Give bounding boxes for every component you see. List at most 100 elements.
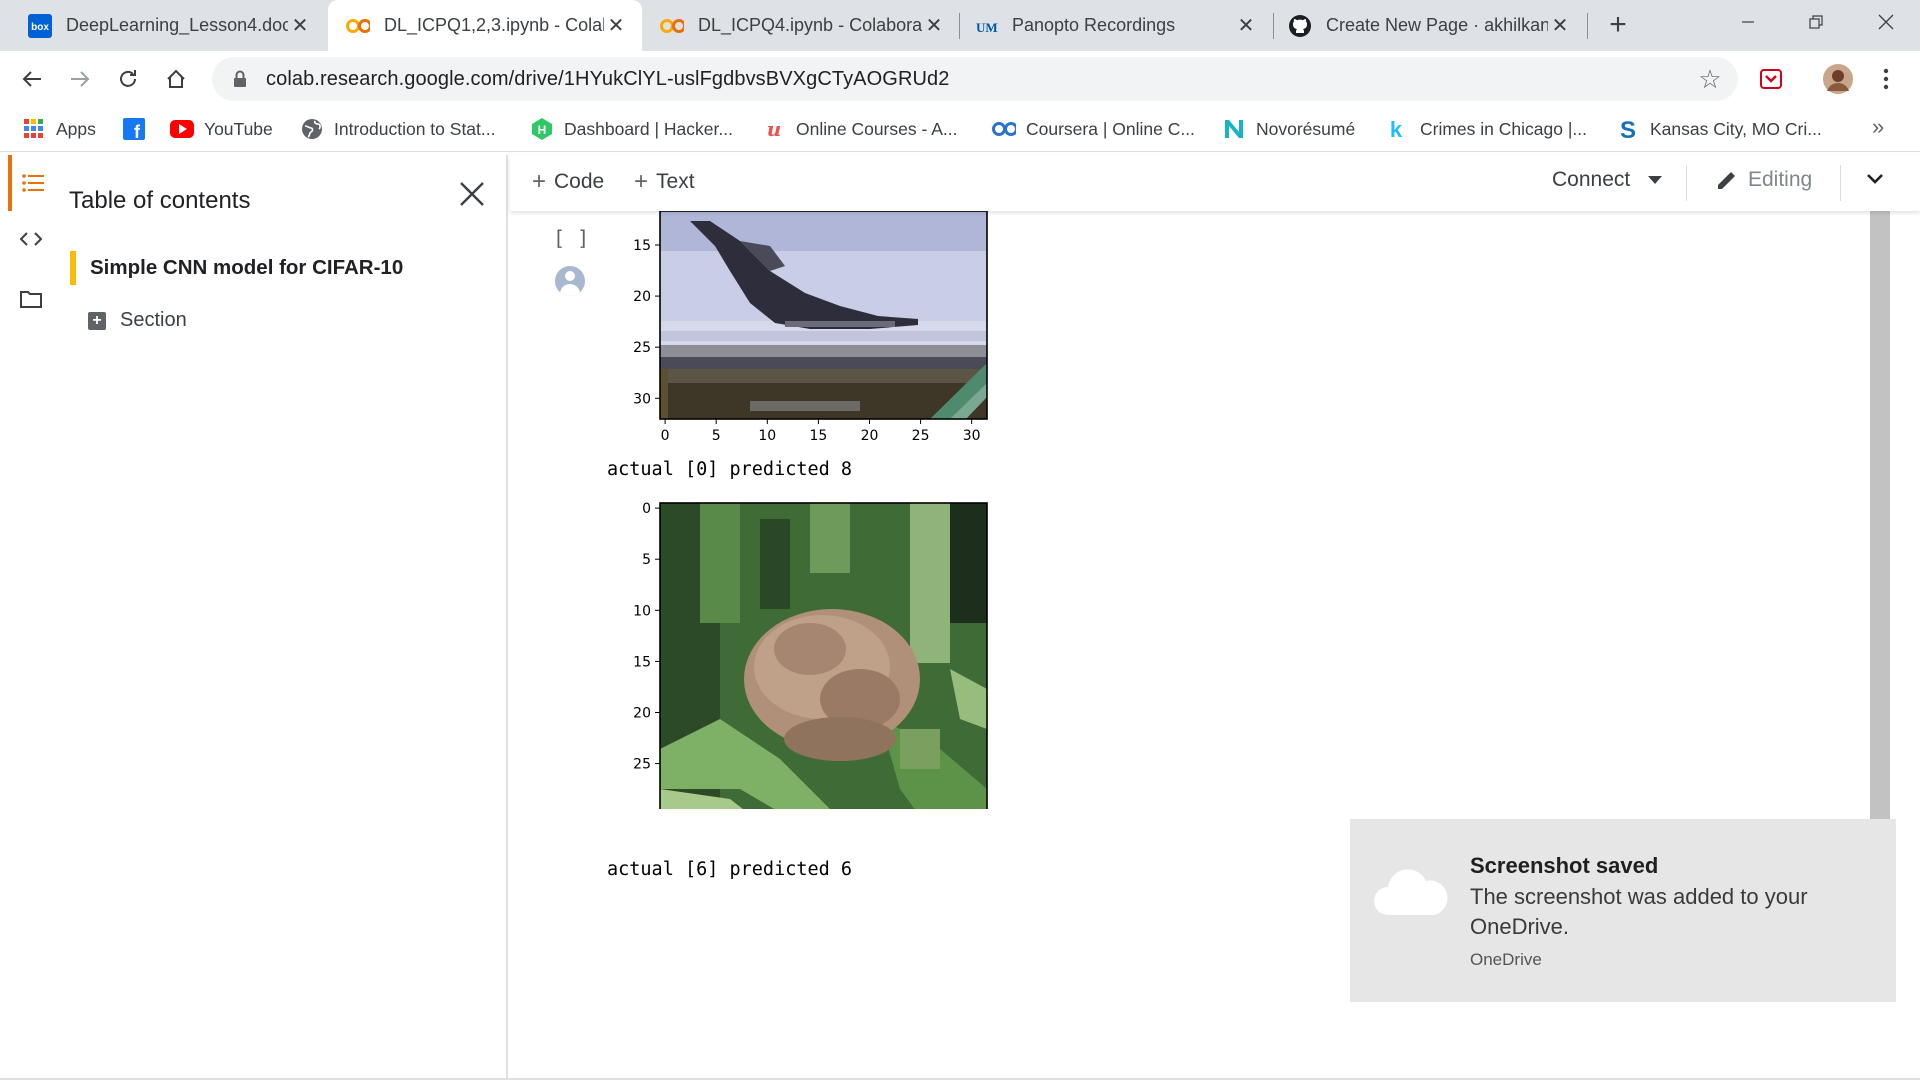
tab-close-icon[interactable]: ✕ xyxy=(1548,13,1572,38)
lock-icon xyxy=(228,70,252,88)
tab-dl-icpq123[interactable]: DL_ICPQ1,2,3.ipynb - Colab ✕ xyxy=(328,0,642,51)
tab-close-icon[interactable]: ✕ xyxy=(604,13,628,38)
tab-github[interactable]: Create New Page · akhilkan ✕ xyxy=(1276,0,1586,51)
bookmark-facebook[interactable]: f xyxy=(122,114,156,144)
output-plot-airplane: 15 20 25 30 0 5 10 15 20 25 30 xyxy=(610,211,1010,451)
coursera-icon xyxy=(992,117,1016,141)
tab-deeplearning[interactable]: box DeepLearning_Lesson4.doc ✕ xyxy=(6,0,326,51)
avatar xyxy=(555,266,585,296)
bookmark-hackerrank[interactable]: H Dashboard | Hacker... xyxy=(530,114,733,144)
back-button[interactable] xyxy=(14,61,50,97)
prediction-caption: actual [0] predicted 8 xyxy=(607,459,853,480)
bookmark-udemy[interactable]: u Online Courses - A... xyxy=(762,114,958,144)
bookmark-label: Dashboard | Hacker... xyxy=(564,118,733,139)
toc-toggle-button[interactable] xyxy=(8,155,54,211)
close-window-button[interactable] xyxy=(1852,0,1920,44)
files-button[interactable] xyxy=(8,271,54,327)
svg-text:box: box xyxy=(31,22,49,33)
url-text[interactable]: colab.research.google.com/drive/1HYukClY… xyxy=(266,68,1690,91)
bookmark-intro-stat[interactable]: Introduction to Stat... xyxy=(300,114,495,144)
toolbar-separator xyxy=(1686,165,1687,201)
bookmark-apps[interactable]: Apps xyxy=(22,114,96,144)
tab-dl-icpq4[interactable]: DL_ICPQ4.ipynb - Colaborat ✕ xyxy=(644,0,960,51)
connect-label: Connect xyxy=(1552,168,1631,191)
tab-strip: box DeepLearning_Lesson4.doc ✕ DL_ICPQ1,… xyxy=(0,0,1920,51)
y-tick-label: 5 xyxy=(642,552,651,568)
menu-button[interactable] xyxy=(1868,61,1904,97)
facebook-icon: f xyxy=(122,117,146,141)
toc-item-label: Section xyxy=(120,309,187,331)
forward-button[interactable] xyxy=(62,61,98,97)
y-axis: 0 5 10 15 20 25 30 xyxy=(633,501,660,809)
cell-run-indicator[interactable]: [ ] xyxy=(553,226,589,250)
bookmark-coursera[interactable]: Coursera | Online C... xyxy=(992,114,1195,144)
reload-button[interactable] xyxy=(110,61,146,97)
bookmark-star-icon[interactable]: ☆ xyxy=(1690,64,1730,95)
code-snippets-button[interactable] xyxy=(8,211,54,267)
restore-icon xyxy=(1809,15,1823,29)
onedrive-notification[interactable]: Screenshot saved The screenshot was adde… xyxy=(1350,819,1896,1002)
toc-title: Table of contents xyxy=(69,187,251,214)
plus-icon: + xyxy=(634,168,649,195)
tab-close-icon[interactable]: ✕ xyxy=(1234,13,1258,38)
bookmarks-overflow-button[interactable]: » xyxy=(1872,114,1884,140)
bookmark-kaggle[interactable]: k Crimes in Chicago |... xyxy=(1386,114,1587,144)
svg-text:H: H xyxy=(538,123,547,137)
minimize-button[interactable] xyxy=(1714,0,1782,44)
editing-label: Editing xyxy=(1748,168,1813,191)
youtube-icon xyxy=(170,117,194,141)
scrollbar[interactable] xyxy=(1870,211,1890,819)
bookmarks-bar: Apps f YouTube Introduction to Stat... H… xyxy=(0,106,1920,152)
address-bar[interactable]: colab.research.google.com/drive/1HYukClY… xyxy=(212,57,1738,101)
bookmark-novoresume[interactable]: Novorésumé xyxy=(1222,114,1355,144)
connect-button[interactable]: Connect xyxy=(1552,168,1663,192)
caret-down-icon xyxy=(1648,176,1663,184)
new-tab-button[interactable]: + xyxy=(1600,8,1636,44)
add-code-button[interactable]: + Code xyxy=(532,168,604,196)
tab-close-icon[interactable]: ✕ xyxy=(288,13,312,38)
svg-text:f: f xyxy=(134,122,141,140)
back-arrow-icon xyxy=(22,71,41,87)
tab-title: DL_ICPQ1,2,3.ipynb - Colab xyxy=(384,15,604,35)
chevron-down-icon xyxy=(1867,174,1883,184)
toc-item-section[interactable]: + Section xyxy=(88,309,187,332)
toc-item-simple-cnn[interactable]: Simple CNN model for CIFAR-10 xyxy=(70,251,490,285)
add-text-button[interactable]: + Text xyxy=(634,168,695,196)
y-tick-label: 0 xyxy=(642,501,651,517)
minimize-icon xyxy=(1742,21,1754,23)
editing-mode-button[interactable]: Editing xyxy=(1716,168,1812,192)
s-logo-icon: S xyxy=(1616,117,1640,141)
hackerrank-icon: H xyxy=(530,117,554,141)
svg-text:k: k xyxy=(1390,118,1403,140)
home-button[interactable] xyxy=(158,61,194,97)
bookmark-label: Kansas City, MO Cri... xyxy=(1650,118,1822,139)
y-tick-label: 15 xyxy=(633,238,651,254)
toc-close-button[interactable] xyxy=(452,177,492,217)
tab-title: Panopto Recordings xyxy=(1012,15,1176,35)
x-tick-label: 10 xyxy=(758,428,776,444)
prediction-caption: actual [6] predicted 6 xyxy=(607,859,853,880)
toolbar-separator xyxy=(1840,165,1841,201)
collapse-toolbar-button[interactable] xyxy=(1866,173,1884,185)
y-tick-label: 20 xyxy=(633,289,651,305)
list-icon xyxy=(22,174,44,192)
tab-close-icon[interactable]: ✕ xyxy=(922,13,946,38)
extension-button[interactable] xyxy=(1753,61,1789,97)
tab-title: Create New Page · akhilkan xyxy=(1326,15,1548,35)
bookmark-youtube[interactable]: YouTube xyxy=(170,114,273,144)
cloud-icon xyxy=(1372,867,1448,924)
github-icon xyxy=(1288,14,1312,38)
x-tick-label: 20 xyxy=(861,428,879,444)
bookmark-label: Crimes in Chicago |... xyxy=(1420,118,1587,139)
y-tick-label: 10 xyxy=(633,603,651,619)
tab-separator xyxy=(1273,13,1274,39)
tab-panopto[interactable]: UMKC Panopto Recordings ✕ xyxy=(962,0,1272,51)
restore-button[interactable] xyxy=(1782,0,1850,44)
x-axis: 0 5 10 15 20 25 30 xyxy=(661,419,981,444)
bookmark-kansas-city[interactable]: S Kansas City, MO Cri... xyxy=(1616,114,1822,144)
svg-text:u: u xyxy=(767,118,782,140)
y-tick-label: 25 xyxy=(633,340,651,356)
add-section-icon[interactable]: + xyxy=(88,311,106,330)
colab-icon xyxy=(660,14,684,38)
profile-button[interactable] xyxy=(1820,61,1856,97)
